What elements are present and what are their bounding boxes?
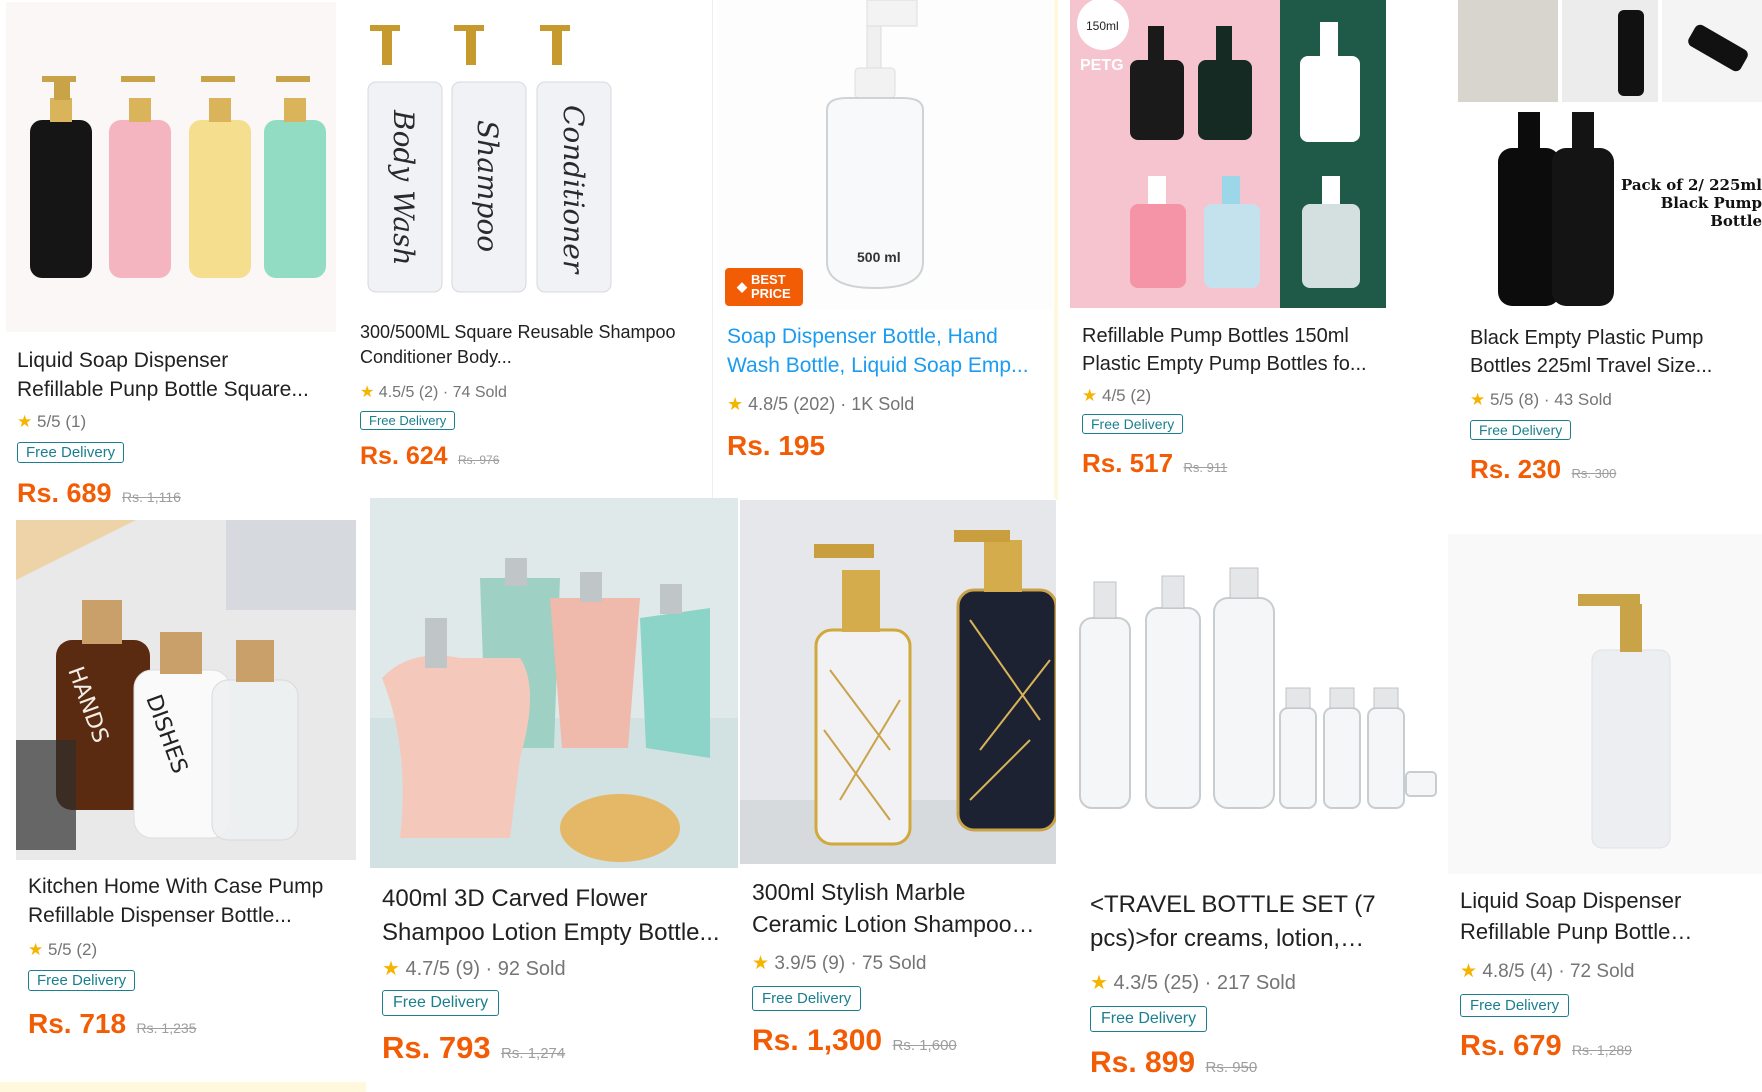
star-icon: ★ [1470,390,1486,409]
product-price: Rs. 899 Rs. 950 [1090,1046,1258,1079]
bottle-label: Conditioner [557,105,590,275]
product-title[interactable]: Liquid Soap Dispenser Refillable Punp Bo… [1460,886,1756,948]
product-price: Rs. 624 Rs. 976 [360,442,500,470]
product-rating: ★ 4.7/5 (9) · 92 Sold [382,958,566,980]
star-icon: ★ [28,940,44,959]
product-price: Rs. 718 Rs. 1,235 [28,1008,197,1039]
star-icon: ★ [727,394,744,414]
star-icon: ★ [1090,972,1108,994]
bottle-label: Shampoo [471,120,504,252]
product-card[interactable]: 500 ml ◆ BEST PRICE Soap Dispenser Bottl… [712,0,1053,498]
product-image[interactable]: Pack of 2/ 225ml Black Pump Bottle [1458,0,1762,312]
free-delivery-badge: Free Delivery [1090,1006,1208,1032]
best-price-badge: ◆ BEST PRICE [725,268,803,306]
product-title[interactable]: Soap Dispenser Bottle, Hand Wash Bottle,… [727,322,1039,381]
product-title[interactable]: 400ml 3D Carved Flower Shampoo Lotion Em… [382,882,728,949]
free-delivery-badge: Free Delivery [28,970,136,991]
product-price: Rs. 1,300 Rs. 1,600 [752,1024,957,1057]
product-card[interactable]: 150ml PETG Refillable Pump Bottles 150ml… [1060,0,1434,498]
free-delivery-badge: Free Delivery [1470,420,1572,440]
material-label: PETG [1080,57,1124,74]
product-image[interactable] [740,500,1056,864]
product-image[interactable] [1076,558,1440,878]
bottle-label: Body Wash [387,109,420,266]
product-rating: ★ 4.5/5 (2) · 74 Sold [360,384,507,401]
divider [0,1082,366,1092]
product-price: Rs. 689 Rs. 1,116 [17,478,181,508]
size-label: 150ml [1086,19,1119,33]
product-image[interactable] [1448,534,1762,874]
product-price: Rs. 230 Rs. 300 [1470,454,1617,484]
product-card[interactable]: Liquid Soap Dispenser Refillable Punp Bo… [0,0,336,515]
product-image[interactable]: Body Wash Shampoo Conditioner [346,0,646,306]
product-image[interactable]: 150ml PETG [1070,0,1386,308]
product-image[interactable]: HANDS DISHES [16,520,356,860]
product-title[interactable]: <TRAVEL BOTTLE SET (7 pcs)>for creams, l… [1090,888,1430,955]
free-delivery-badge: Free Delivery [1082,414,1184,434]
product-card[interactable]: 300ml Stylish Marble Ceramic Lotion Sham… [740,498,1056,1092]
product-price: Rs. 517 Rs. 911 [1082,448,1228,478]
product-title[interactable]: 300/500ML Square Reusable Shampoo Condit… [360,320,690,370]
product-card[interactable]: <TRAVEL BOTTLE SET (7 pcs)>for creams, l… [1060,498,1440,1092]
product-card[interactable]: Liquid Soap Dispenser Refillable Punp Bo… [1442,530,1762,1092]
free-delivery-badge: Free Delivery [1460,994,1570,1017]
star-icon: ★ [360,384,375,401]
product-rating: ★ 5/5 (2) [28,940,98,959]
star-icon: ★ [1082,386,1098,405]
product-image[interactable]: 500 ml ◆ BEST PRICE [717,0,1053,310]
product-rating: ★ 4.8/5 (202) · 1K Sold [727,394,915,414]
product-rating: ★ 4.8/5 (4) · 72 Sold [1460,961,1635,982]
free-delivery-badge: Free Delivery [17,442,125,463]
product-card[interactable]: 400ml 3D Carved Flower Shampoo Lotion Em… [370,498,738,1092]
pack-label: Pack of 2/ 225ml Black Pump Bottle [1620,176,1762,226]
product-price: Rs. 679 Rs. 1,289 [1460,1030,1632,1062]
product-image[interactable] [370,498,738,868]
product-image[interactable] [6,2,336,332]
product-price: Rs. 195 [727,430,826,461]
product-price: Rs. 793 Rs. 1,274 [382,1030,566,1065]
product-title[interactable]: Refillable Pump Bottles 150ml Plastic Em… [1082,322,1382,378]
product-title[interactable]: Liquid Soap Dispenser Refillable Punp Bo… [17,346,317,405]
star-icon: ★ [17,412,33,431]
product-rating: ★ 4/5 (2) [1082,386,1152,405]
product-rating: ★ 5/5 (8) · 43 Sold [1470,390,1612,409]
product-rating: ★ 3.9/5 (9) · 75 Sold [752,953,927,974]
free-delivery-badge: Free Delivery [382,990,500,1016]
product-card[interactable]: Pack of 2/ 225ml Black Pump Bottle Black… [1436,0,1762,498]
divider [1054,0,1058,500]
product-title[interactable]: Kitchen Home With Case Pump Refillable D… [28,872,348,931]
free-delivery-badge: Free Delivery [360,411,456,430]
product-card[interactable]: HANDS DISHES Kitchen Home With Case Pump… [0,518,366,1092]
product-title[interactable]: Black Empty Plastic Pump Bottles 225ml T… [1470,324,1750,380]
star-icon: ★ [752,953,770,974]
star-icon: ★ [1460,961,1478,982]
product-rating: ★ 4.3/5 (25) · 217 Sold [1090,972,1296,994]
product-card[interactable]: Body Wash Shampoo Conditioner 300/500ML … [342,0,710,490]
volume-label: 500 ml [857,249,901,265]
free-delivery-badge: Free Delivery [752,986,862,1011]
tag-icon: ◆ [737,279,747,294]
product-rating: ★ 5/5 (1) [17,412,87,431]
star-icon: ★ [382,958,400,980]
product-title[interactable]: 300ml Stylish Marble Ceramic Lotion Sham… [752,876,1056,940]
